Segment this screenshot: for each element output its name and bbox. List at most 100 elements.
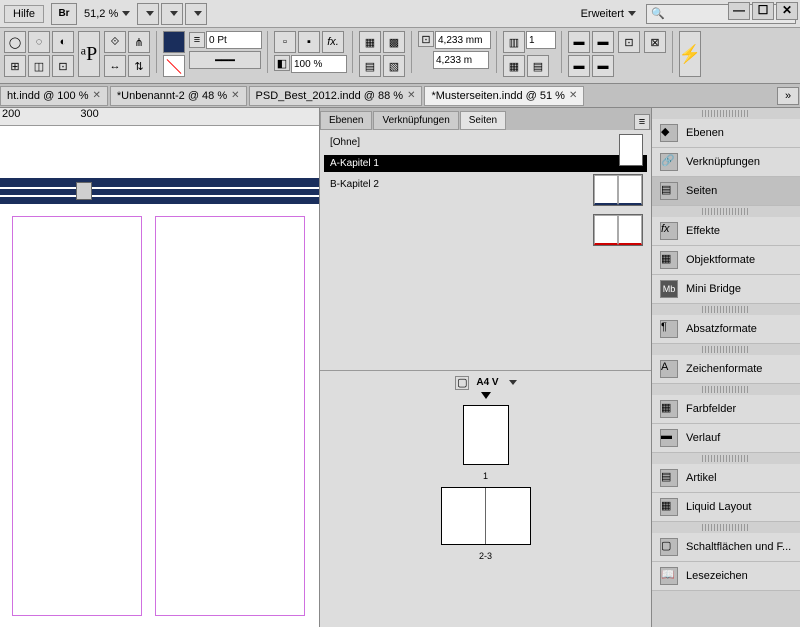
minimize-button[interactable]: —: [728, 2, 750, 20]
effects-icon[interactable]: ▫: [274, 31, 296, 53]
col-icon[interactable]: ▦: [503, 55, 525, 77]
close-icon[interactable]: ✕: [407, 90, 415, 101]
panel-grip[interactable]: [702, 455, 750, 462]
align-icon[interactable]: ▬: [592, 55, 614, 77]
master-pages-list: [Ohne] A-Kapitel 1 B-Kapitel 2: [320, 130, 651, 370]
col-icon[interactable]: ▤: [527, 55, 549, 77]
align-icon[interactable]: ▬: [592, 31, 614, 53]
panel-lesezeichen[interactable]: 📖Lesezeichen: [652, 562, 800, 591]
panel-menu-icon[interactable]: ≡: [634, 114, 650, 130]
control-panel: ◯◌◐ ⊞◫⊡ ᵃP ⟐⋔ ↔⇅ ≡ ━━━ ▫▪fx. ◧ ▦▩ ▤▧ ⊡ ▥…: [0, 28, 800, 84]
master-a-selected[interactable]: A-Kapitel 1: [324, 155, 647, 172]
panel-grip[interactable]: [702, 306, 750, 313]
opacity-input[interactable]: [291, 55, 347, 73]
panel-ebenen[interactable]: ◆Ebenen: [652, 119, 800, 148]
misc-icon[interactable]: ⊡: [618, 31, 640, 53]
panel-grip[interactable]: [702, 386, 750, 393]
stroke-swatch[interactable]: [163, 55, 185, 77]
tool-icon[interactable]: ◌: [28, 31, 50, 53]
bridge-button[interactable]: Br: [51, 3, 77, 25]
view-options-icon[interactable]: [185, 3, 207, 25]
panel-farbfelder[interactable]: ▦Farbfelder: [652, 395, 800, 424]
panel-grip[interactable]: [702, 346, 750, 353]
align-icon[interactable]: ▬: [568, 31, 590, 53]
document-canvas[interactable]: 200300: [0, 108, 320, 627]
quick-apply-icon[interactable]: ⚡: [679, 31, 701, 77]
master-thumb-none[interactable]: [619, 134, 643, 166]
text-frame[interactable]: [155, 216, 305, 616]
wrap-icon[interactable]: ▦: [359, 31, 381, 53]
panel-seiten[interactable]: ▤Seiten: [652, 177, 800, 206]
stroke-style-icon[interactable]: ━━━: [189, 51, 261, 69]
screen-mode-icon[interactable]: [137, 3, 159, 25]
zoom-level[interactable]: 51,2 %: [84, 8, 130, 20]
help-menu[interactable]: Hilfe: [4, 5, 44, 23]
liquid-layout-icon: ▦: [660, 498, 678, 516]
col-icon[interactable]: ▥: [503, 31, 525, 53]
tool-icon[interactable]: ⟐: [104, 31, 126, 53]
panel-liquid[interactable]: ▦Liquid Layout: [652, 493, 800, 522]
dim-input[interactable]: [433, 51, 489, 69]
tool-icon[interactable]: ⇅: [128, 55, 150, 77]
tool-icon[interactable]: ⊞: [4, 55, 26, 77]
panel-objektformate[interactable]: ▦Objektformate: [652, 246, 800, 275]
text-frame[interactable]: [12, 216, 142, 616]
maximize-button[interactable]: ☐: [752, 2, 774, 20]
close-icon[interactable]: ✕: [93, 90, 101, 101]
doc-tab-active[interactable]: *Musterseiten.indd @ 51 %✕: [424, 86, 584, 106]
master-none[interactable]: [Ohne]: [324, 134, 647, 151]
close-button[interactable]: ✕: [776, 2, 798, 20]
panel-grip[interactable]: [702, 524, 750, 531]
tab-verknuepfungen[interactable]: Verknüpfungen: [373, 111, 458, 130]
panel-minibridge[interactable]: MbMini Bridge: [652, 275, 800, 304]
stroke-weight-input[interactable]: [206, 31, 262, 49]
panel-grip[interactable]: [702, 110, 750, 117]
tabs-overflow-icon[interactable]: »: [777, 87, 799, 105]
workspace-switcher[interactable]: Erweitert: [581, 8, 636, 20]
align-icon[interactable]: ▬: [568, 55, 590, 77]
tool-icon[interactable]: ↔: [104, 55, 126, 77]
p-tool-icon[interactable]: ᵃP: [78, 31, 100, 77]
doc-tab[interactable]: PSD_Best_2012.indd @ 88 %✕: [249, 86, 423, 106]
close-icon[interactable]: ✕: [569, 90, 577, 101]
tool-icon[interactable]: ⋔: [128, 31, 150, 53]
tool-icon[interactable]: ⊡: [52, 55, 74, 77]
arrange-icon[interactable]: [161, 3, 183, 25]
close-icon[interactable]: ✕: [231, 90, 239, 101]
doc-tab[interactable]: *Unbenannt-2 @ 48 %✕: [110, 86, 247, 106]
doc-tab[interactable]: ht.indd @ 100 %✕: [0, 86, 108, 106]
misc-icon[interactable]: ⊠: [644, 31, 666, 53]
cols-input[interactable]: [526, 31, 556, 49]
wrap-icon[interactable]: ▤: [359, 55, 381, 77]
tab-ebenen[interactable]: Ebenen: [320, 111, 372, 130]
page-thumb-1[interactable]: [463, 405, 509, 465]
effects-icon[interactable]: ▪: [298, 31, 320, 53]
tool-icon[interactable]: ◐: [52, 31, 74, 53]
panel-effekte[interactable]: fxEffekte: [652, 217, 800, 246]
wrap-icon[interactable]: ▩: [383, 31, 405, 53]
selection-handle[interactable]: [76, 182, 92, 200]
panel-verlauf[interactable]: ▬Verlauf: [652, 424, 800, 453]
page-thumb-spread[interactable]: [441, 487, 531, 545]
tool-icon[interactable]: ◫: [28, 55, 50, 77]
panel-zeichenformate[interactable]: AZeichenformate: [652, 355, 800, 384]
page-view[interactable]: [0, 126, 319, 627]
master-thumb-b[interactable]: [593, 214, 643, 246]
panel-grip[interactable]: [702, 208, 750, 215]
stroke-weight-icon: ≡: [189, 32, 205, 48]
panel-artikel[interactable]: ▤Artikel: [652, 464, 800, 493]
panel-schaltflaechen[interactable]: ▢Schaltflächen und F...: [652, 533, 800, 562]
tab-seiten[interactable]: Seiten: [460, 111, 506, 130]
page-size-label[interactable]: A4 V: [474, 375, 500, 390]
master-thumb-a[interactable]: [593, 174, 643, 206]
fill-swatch[interactable]: [163, 31, 185, 53]
panel-verknuepfungen[interactable]: 🔗Verknüpfungen: [652, 148, 800, 177]
panel-dock: ◆Ebenen 🔗Verknüpfungen ▤Seiten fxEffekte…: [652, 108, 800, 627]
fx-icon[interactable]: fx.: [322, 31, 344, 53]
dim-input[interactable]: [435, 31, 491, 49]
panel-absatzformate[interactable]: ¶Absatzformate: [652, 315, 800, 344]
header-object[interactable]: [0, 178, 319, 204]
tool-icon[interactable]: ◯: [4, 31, 26, 53]
page-size-icon[interactable]: ▢: [455, 376, 469, 390]
wrap-icon[interactable]: ▧: [383, 55, 405, 77]
